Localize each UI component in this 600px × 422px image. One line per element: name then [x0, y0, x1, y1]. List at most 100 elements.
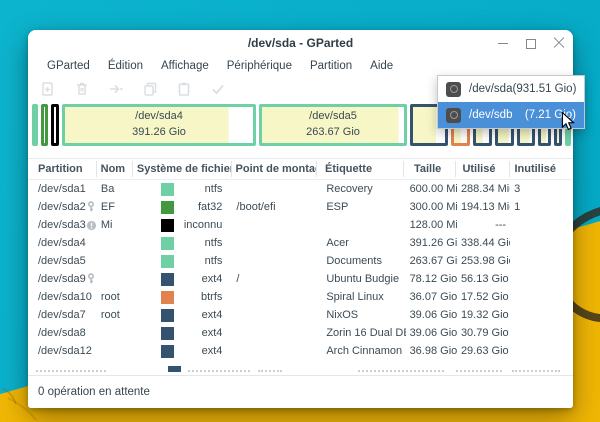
- cell-partition: /dev/sda7: [28, 306, 97, 324]
- filesystem-color-swatch: [161, 201, 174, 214]
- filesystem-color-swatch: [161, 345, 174, 358]
- bar-segment-sda5[interactable]: /dev/sda5263.67 Gio: [259, 104, 407, 146]
- partition-device-name: /dev/sda2: [38, 198, 86, 216]
- filesystem-color-swatch: [161, 219, 174, 232]
- bar-segment-name: /dev/sda4: [135, 109, 183, 125]
- cell-size: 300.00 Mio: [406, 198, 457, 216]
- partition-device-name: /dev/sda8: [38, 324, 86, 342]
- column-header-nom[interactable]: Nom: [97, 161, 133, 177]
- minimize-icon[interactable]: [497, 37, 509, 49]
- cell-partition: /dev/sda4: [28, 234, 97, 252]
- table-row[interactable]: /dev/sda1BantfsRecovery600.00 Mio288.34 …: [28, 180, 573, 198]
- maximize-icon[interactable]: [525, 37, 537, 49]
- cell-label: Ubuntu Budgie: [318, 270, 405, 288]
- bar-segment-used-fill: [54, 107, 56, 143]
- menu-item-partition[interactable]: Partition: [301, 58, 361, 74]
- filesystem-name: fat32: [174, 198, 228, 216]
- table-row[interactable]: /dev/sda7rootext4NixOS39.06 Gio19.32 Gio: [28, 306, 573, 324]
- partition-device-name: /dev/sda9: [38, 270, 86, 288]
- bar-segment-sda2[interactable]: [41, 104, 48, 146]
- table-row[interactable]: /dev/sda10rootbtrfsSpiral Linux36.07 Gio…: [28, 288, 573, 306]
- cell-filesystem: fat32: [133, 198, 232, 216]
- cell-label: Recovery: [318, 180, 405, 198]
- cell-partition: /dev/sda5: [28, 252, 97, 270]
- cell-mount-point: [232, 342, 318, 360]
- delete-partition-icon[interactable]: [74, 81, 90, 97]
- table-row[interactable]: /dev/sda12ext4Arch Cinnamon36.98 Gio29.6…: [28, 342, 573, 360]
- cell-partition: /dev/sda12: [28, 342, 97, 360]
- cell-size: 36.98 Gio: [406, 342, 457, 360]
- table-row[interactable]: /dev/sda8ext4Zorin 16 Dual DE39.06 Gio30…: [28, 324, 573, 342]
- cell-unused: [510, 270, 573, 288]
- bar-segment-sda1[interactable]: [32, 104, 38, 146]
- cell-unused: [510, 216, 573, 234]
- cell-mount-point: [232, 234, 318, 252]
- menu-item-gparted[interactable]: GParted: [38, 58, 99, 74]
- cell-unused: [510, 288, 573, 306]
- cell-used: 338.44 Gio: [457, 234, 510, 252]
- cell-filesystem: ext4: [133, 324, 232, 342]
- menu-item-périphérique[interactable]: Périphérique: [218, 58, 301, 74]
- column-header-taille[interactable]: Taille: [404, 161, 456, 177]
- bar-segment-name: /dev/sda5: [309, 109, 357, 125]
- pending-operations-text: 0 opération en attente: [38, 386, 150, 398]
- table-row[interactable]: /dev/sda3Miinconnu128.00 Mio---: [28, 216, 573, 234]
- partition-device-name: /dev/sda5: [38, 252, 86, 270]
- close-icon[interactable]: [553, 37, 565, 49]
- clipped-partial-row[interactable]: [28, 360, 573, 372]
- table-row[interactable]: /dev/sda4ntfsAcer391.26 Gio338.44 Gio: [28, 234, 573, 252]
- table-row[interactable]: /dev/sda2EFfat32/boot/efiESP300.00 Mio19…: [28, 198, 573, 216]
- menubar: GPartedÉditionAffichagePériphériqueParti…: [28, 56, 573, 76]
- mounted-key-icon: [86, 201, 96, 213]
- column-header-point-de-montage[interactable]: Point de montage: [232, 161, 317, 177]
- cell-name: [97, 342, 133, 360]
- cell-mount-point: [232, 252, 318, 270]
- table-header: PartitionNomSystème de fichiersPoint de …: [28, 158, 573, 180]
- column-header-partition[interactable]: Partition: [28, 161, 97, 177]
- filesystem-name: ext4: [174, 324, 228, 342]
- filesystem-color-swatch: [161, 273, 174, 286]
- cell-mount-point: [232, 216, 318, 234]
- column-header-syst-me-de-fichiers[interactable]: Système de fichiers: [133, 161, 232, 177]
- menu-item-affichage[interactable]: Affichage: [152, 58, 218, 74]
- cell-size: 78.12 Gio: [406, 270, 457, 288]
- cell-unused: [510, 234, 573, 252]
- cell-label: NixOS: [318, 306, 405, 324]
- new-partition-icon[interactable]: [40, 81, 56, 97]
- table-row[interactable]: /dev/sda5ntfsDocuments263.67 Gio253.98 G…: [28, 252, 573, 270]
- menu-item-aide[interactable]: Aide: [361, 58, 402, 74]
- cell-name: root: [97, 306, 133, 324]
- menu-item-édition[interactable]: Édition: [99, 58, 152, 74]
- cell-label: Documents: [318, 252, 405, 270]
- bar-segment-sda4[interactable]: /dev/sda4391.26 Gio: [62, 104, 256, 146]
- titlebar[interactable]: /dev/sda - GParted: [28, 30, 573, 56]
- copy-partition-icon[interactable]: [142, 81, 158, 97]
- cell-label: Zorin 16 Dual DE: [318, 324, 405, 342]
- filesystem-name: ext4: [174, 306, 228, 324]
- table-body: /dev/sda1BantfsRecovery600.00 Mio288.34 …: [28, 180, 573, 372]
- apply-operations-icon[interactable]: [210, 81, 226, 97]
- bar-segment-used-fill: [44, 107, 45, 143]
- cell-size: 39.06 Gio: [406, 324, 457, 342]
- column-header-utilis-[interactable]: Utilisé: [456, 161, 510, 177]
- cell-partition: /dev/sda1: [28, 180, 97, 198]
- clipped-text-hint: [456, 370, 502, 372]
- resize-move-icon[interactable]: [108, 81, 124, 97]
- bar-segment-sda3[interactable]: [51, 104, 59, 146]
- partition-device-name: /dev/sda4: [38, 234, 86, 252]
- cell-name: root: [97, 288, 133, 306]
- filesystem-color-swatch: [161, 327, 174, 340]
- cell-label: Spiral Linux: [318, 288, 405, 306]
- device-option-sda[interactable]: /dev/sda(931.51 Gio): [438, 76, 584, 102]
- table-row[interactable]: /dev/sda9ext4/Ubuntu Budgie78.12 Gio56.1…: [28, 270, 573, 288]
- bar-segment-size: 391.26 Gio: [132, 125, 186, 141]
- cell-filesystem: ext4: [133, 306, 232, 324]
- cell-unused: [510, 342, 573, 360]
- no-flag-icon: [86, 327, 96, 339]
- column-header-inutilis-[interactable]: Inutilisé: [510, 161, 573, 177]
- mounted-key-icon: [86, 273, 96, 285]
- column-header--tiquette[interactable]: Étiquette: [317, 161, 404, 177]
- window-controls: [497, 30, 565, 56]
- paste-partition-icon[interactable]: [176, 81, 192, 97]
- cell-size: 128.00 Mio: [406, 216, 457, 234]
